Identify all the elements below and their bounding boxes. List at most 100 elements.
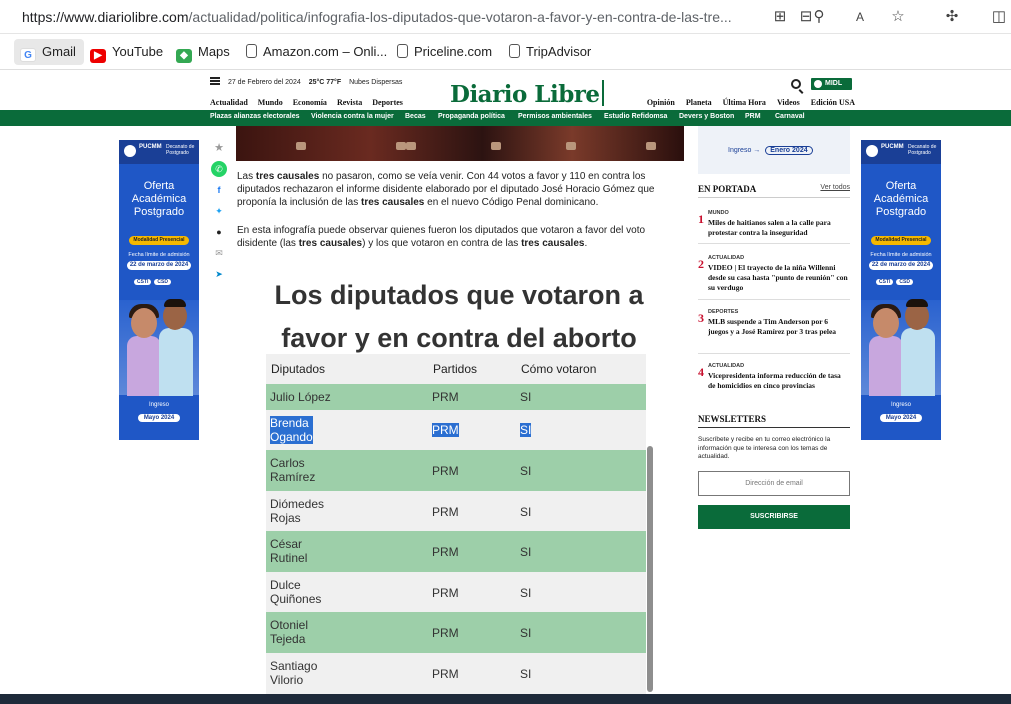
infographic: Los diputados que votaron a favor y en co… xyxy=(266,266,646,704)
ad-headline: Oferta Académica Postgrado xyxy=(873,180,929,218)
column-header-diputados: Diputados xyxy=(271,362,326,376)
google-icon: G xyxy=(20,48,36,62)
nav-edicion-usa[interactable]: Edición USA xyxy=(811,98,855,107)
ad-banner-left[interactable]: PUCMM Decanato de Postgrado Oferta Académi… xyxy=(119,140,199,440)
menu-icon[interactable] xyxy=(210,77,220,85)
subscribe-button[interactable]: SUSCRIBIRSE xyxy=(698,505,850,529)
read-aloud-icon[interactable]: A xyxy=(851,8,869,26)
table-row: Diómedes Rojas PRM SI xyxy=(266,491,646,531)
nav-planeta[interactable]: Planeta xyxy=(686,98,712,107)
trending-link[interactable]: PRM xyxy=(745,113,761,120)
university-seal-icon xyxy=(866,145,878,157)
zoom-icon[interactable]: ⚲ xyxy=(810,8,828,26)
table-row: Otoniel Tejeda PRM SI xyxy=(266,612,646,653)
search-icon[interactable] xyxy=(791,79,801,89)
twitter-icon[interactable]: ✦ xyxy=(211,203,227,219)
ad-header: PUCMM Decanato de Postgrado xyxy=(119,140,199,164)
article-paragraph-2: En esta infografía puede observar quiene… xyxy=(237,225,646,249)
en-portada: EN PORTADA Ver todos 1 MUNDO Miles de hait… xyxy=(698,184,850,390)
ad-ingreso: Ingreso Mayo 2024 xyxy=(861,400,941,440)
telegram-icon[interactable]: ➤ xyxy=(211,266,227,282)
webpage: 27 de Febrero del 2024 25°C 77°F Nubes D… xyxy=(0,70,1011,704)
email-input[interactable]: Dirección de email xyxy=(698,471,850,496)
infographic-title: Los diputados que votaron a favor y en co… xyxy=(274,280,644,353)
bookmark-gmail[interactable]: G Gmail xyxy=(14,39,84,65)
table-row: Dulce Quiñones PRM SI xyxy=(266,572,646,612)
trending-bar: Plazas alianzas electorales Violencia co… xyxy=(0,110,1011,126)
ad-headline: Oferta Académica Postgrado xyxy=(131,180,187,218)
extensions-icon[interactable]: ✣ xyxy=(943,8,961,26)
bookmark-priceline[interactable]: Priceline.com xyxy=(391,39,500,65)
table-row: César Rutinel PRM SI xyxy=(266,531,646,572)
ad-ingreso: Ingreso Mayo 2024 xyxy=(119,400,199,440)
nav-deportes[interactable]: Deportes xyxy=(372,98,403,107)
ad-deadline: 22 de marzo de 2024 xyxy=(869,261,933,270)
nav-videos[interactable]: Videos xyxy=(777,98,800,107)
url-text[interactable]: https://www.diariolibre.com/actualidad/p… xyxy=(22,9,762,25)
ad-modalidad: Modalidad Presencial xyxy=(871,236,931,245)
table-row: Carlos Ramírez PRM SI xyxy=(266,450,646,491)
article-photo xyxy=(236,126,684,161)
nav-opinion[interactable]: Opinión xyxy=(647,98,675,107)
comment-icon[interactable]: ● xyxy=(211,224,227,240)
bookmark-youtube[interactable]: ▶ YouTube xyxy=(84,39,171,65)
email-icon[interactable]: ✉ xyxy=(211,245,227,261)
trending-link[interactable]: Propaganda política xyxy=(438,113,505,120)
split-screen-icon[interactable]: ◫ xyxy=(990,8,1008,26)
page-icon xyxy=(397,44,408,58)
trending-link[interactable]: Plazas alianzas electorales xyxy=(210,113,300,120)
site-logo[interactable]: Diario Libre xyxy=(450,80,616,108)
ad-deadline-label: Fecha límite de admisión xyxy=(870,252,932,258)
nav-ultima-hora[interactable]: Última Hora xyxy=(723,98,766,107)
ad-chips: CSTI CSD xyxy=(131,279,191,285)
trending-link[interactable]: Becas xyxy=(405,113,426,120)
share-rail: ★ ✆ f ✦ ● ✉ ➤ xyxy=(211,140,229,287)
nav-economia[interactable]: Economía xyxy=(293,98,327,107)
ad-deadline: 22 de marzo de 2024 xyxy=(127,261,191,270)
university-seal-icon xyxy=(124,145,136,157)
table-row: Julio López PRM SI xyxy=(266,384,646,410)
article-paragraph-1: Las tres causales no pasaron, como se ve… xyxy=(237,171,655,208)
trending-link[interactable]: Devers y Boston xyxy=(679,113,734,120)
trending-link[interactable]: Permisos ambientales xyxy=(518,113,592,120)
date-text: 27 de Febrero del 2024 xyxy=(227,79,301,86)
newsletter-heading: NEWSLETTERS xyxy=(698,414,767,424)
ad-deadline-label: Fecha límite de admisión xyxy=(128,252,190,258)
ad-chips: CSTI CSD xyxy=(873,279,933,285)
sidebar-promo[interactable]: Ingreso → Enero 2024 xyxy=(698,126,850,174)
trending-link[interactable]: Violencia contra la mujer xyxy=(311,113,394,120)
table-header: Diputados Partidos Cómo votaron xyxy=(266,354,646,384)
ver-todos-link[interactable]: Ver todos xyxy=(820,184,850,191)
newsletter: NEWSLETTERS Suscríbete y recibe en tu co… xyxy=(698,414,850,529)
infographic-scrollbar[interactable] xyxy=(647,446,653,692)
bookmark-tripadvisor[interactable]: TripAdvisor xyxy=(503,39,599,65)
nav-actualidad[interactable]: Actualidad xyxy=(210,98,248,107)
taskbar xyxy=(0,694,1011,704)
app-available-icon[interactable]: ⊞ xyxy=(771,8,789,26)
bookmark-amazon[interactable]: Amazon.com – Onli... xyxy=(240,39,395,65)
primary-nav: Actualidad Mundo Economía Revista Deport… xyxy=(210,98,411,107)
nav-mundo[interactable]: Mundo xyxy=(258,98,283,107)
page-icon xyxy=(246,44,257,58)
page-icon xyxy=(509,44,520,58)
facebook-icon[interactable]: f xyxy=(211,182,227,198)
ad-banner-right[interactable]: PUCMM Decanato de Postgrado Oferta Académi… xyxy=(861,140,941,440)
newsletter-description: Suscríbete y recibe en tu correo electró… xyxy=(698,436,831,460)
logo-mark-icon xyxy=(601,80,616,106)
maps-icon: ◆ xyxy=(176,49,192,63)
account-button[interactable]: MIDL xyxy=(811,78,852,90)
trending-link[interactable]: Carnaval xyxy=(775,113,805,120)
temperature-text: 25°C 77°F xyxy=(308,79,342,86)
trending-link[interactable]: Estudio Refidomsa xyxy=(604,113,667,120)
header-meta: 27 de Febrero del 2024 25°C 77°F Nubes D… xyxy=(210,77,408,86)
bookmark-star-icon[interactable]: ★ xyxy=(211,140,227,156)
nav-revista[interactable]: Revista xyxy=(337,98,362,107)
address-bar[interactable]: https://www.diariolibre.com/actualidad/p… xyxy=(0,0,1011,34)
weather-text: Nubes Dispersas xyxy=(349,79,403,86)
bookmark-maps[interactable]: ◆ Maps xyxy=(170,39,238,65)
site-header: 27 de Febrero del 2024 25°C 77°F Nubes D… xyxy=(205,74,855,108)
ad-header: PUCMM Decanato de Postgrado xyxy=(861,140,941,164)
ad-modalidad: Modalidad Presencial xyxy=(129,236,189,245)
whatsapp-icon[interactable]: ✆ xyxy=(211,161,227,177)
favorite-star-icon[interactable]: ☆ xyxy=(889,8,907,26)
